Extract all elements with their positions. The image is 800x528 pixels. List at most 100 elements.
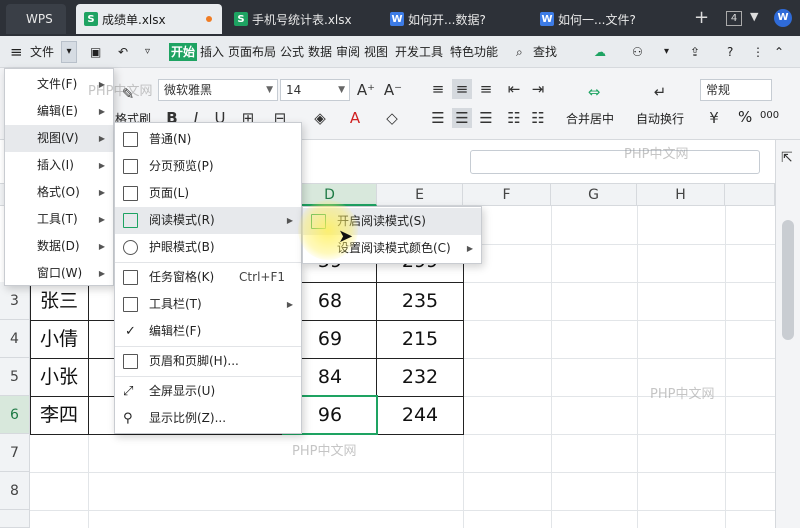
row-header-8[interactable]: 8 <box>0 472 30 510</box>
cell-name-row6[interactable]: 李四 <box>30 396 88 434</box>
font-color-icon[interactable]: A <box>345 108 365 128</box>
menu-item-insert[interactable]: 插入(I) ▶ <box>5 152 113 179</box>
tab-how-to-file[interactable]: W 如何一...文件? <box>532 4 682 34</box>
column-header-next[interactable] <box>725 184 775 206</box>
new-tab-plus-icon[interactable]: + <box>694 7 709 28</box>
fill-color-icon[interactable]: ◈ <box>310 108 330 128</box>
align-center-icon[interactable]: ☰ <box>452 108 472 128</box>
tab-data[interactable]: 数据 <box>308 42 332 62</box>
number-format-select[interactable]: 常规 <box>700 79 772 101</box>
chevron-down-icon[interactable]: ▼ <box>750 10 758 23</box>
cell-name-row5[interactable]: 小张 <box>30 358 88 396</box>
column-header-h[interactable]: H <box>637 184 725 206</box>
wrap-text-icon[interactable]: ↵ <box>650 82 670 102</box>
cloud-sync-icon[interactable]: ☁ <box>594 42 606 62</box>
select-pointer-icon[interactable]: ⇱ <box>781 150 793 166</box>
collaboration-icon[interactable]: ⚇ <box>632 42 643 62</box>
wps-account-icon[interactable]: W <box>774 9 792 27</box>
font-name-select[interactable]: 微软雅黑 ▼ <box>158 79 278 101</box>
align-middle-icon[interactable]: ≡ <box>452 79 472 99</box>
tab-insert[interactable]: 插入 <box>200 42 224 62</box>
percent-button[interactable]: % <box>738 108 752 126</box>
formula-input[interactable] <box>470 150 760 174</box>
search-button[interactable]: 查找 <box>533 42 557 62</box>
file-menu-dropdown-button[interactable]: ▾ <box>61 41 77 63</box>
cell-name-row4[interactable]: 小倩 <box>30 320 88 358</box>
menu-item-edit[interactable]: 编辑(E) ▶ <box>5 98 113 125</box>
menu-item-reading-mode[interactable]: 阅读模式(R) ▶ <box>115 207 301 234</box>
menu-item-format[interactable]: 格式(O) ▶ <box>5 179 113 206</box>
undo-icon[interactable]: ↶ <box>118 42 128 62</box>
align-top-icon[interactable]: ≡ <box>428 79 448 99</box>
menu-item-data[interactable]: 数据(D) ▶ <box>5 233 113 260</box>
align-right-icon[interactable]: ☰ <box>476 108 496 128</box>
tab-view[interactable]: 视图 <box>364 42 388 62</box>
tab-page-layout[interactable]: 页面布局 <box>228 42 276 62</box>
share-icon[interactable]: ⇪ <box>690 42 700 62</box>
tab-start[interactable]: 开始 <box>169 43 198 61</box>
clear-icon[interactable]: ◇ <box>382 108 402 128</box>
cell-e6[interactable]: 244 <box>377 396 463 434</box>
tab-review[interactable]: 审阅 <box>336 42 360 62</box>
tab-wps-home[interactable]: WPS <box>6 4 66 34</box>
menu-item-normal-view[interactable]: 普通(N) <box>115 126 301 153</box>
row-header-4[interactable]: 4 <box>0 320 30 358</box>
distributed-icon[interactable]: ☷ <box>528 108 548 128</box>
hamburger-menu-icon[interactable]: ≡ <box>10 42 23 62</box>
merge-center-icon[interactable]: ⇔ <box>584 82 604 102</box>
font-grow-icon[interactable]: A⁺ <box>356 80 376 100</box>
font-size-select[interactable]: 14 ▼ <box>280 79 350 101</box>
currency-icon[interactable]: ¥ <box>704 108 724 128</box>
menu-item-tools[interactable]: 工具(T) ▶ <box>5 206 113 233</box>
help-icon[interactable]: ? <box>727 42 733 62</box>
thousands-button[interactable]: 000 <box>760 110 779 121</box>
save-icon[interactable]: ▣ <box>90 42 101 62</box>
column-header-e[interactable]: E <box>377 184 463 206</box>
scrollbar-thumb[interactable] <box>782 220 794 340</box>
search-icon[interactable]: ⌕ <box>516 42 523 62</box>
file-menu-button[interactable]: 文件 <box>30 42 54 62</box>
row-header-6[interactable]: 6 <box>0 396 30 434</box>
row-header-9[interactable] <box>0 510 30 528</box>
tab-how-to-open-data[interactable]: W 如何开...数据? <box>382 4 526 34</box>
column-header-g[interactable]: G <box>551 184 637 206</box>
merge-center-label[interactable]: 合并居中 <box>566 110 614 127</box>
menu-item-window[interactable]: 窗口(W) ▶ <box>5 260 113 287</box>
chevron-down-icon[interactable]: ▾ <box>664 42 669 62</box>
menu-item-page-view[interactable]: 页面(L) <box>115 180 301 207</box>
justify-icon[interactable]: ☷ <box>504 108 524 128</box>
row-header-5[interactable]: 5 <box>0 358 30 396</box>
indent-decrease-icon[interactable]: ⇤ <box>504 79 524 99</box>
indent-increase-icon[interactable]: ⇥ <box>528 79 548 99</box>
align-left-icon[interactable]: ☰ <box>428 108 448 128</box>
cell-e4[interactable]: 215 <box>377 320 463 358</box>
align-bottom-icon[interactable]: ≡ <box>476 79 496 99</box>
quick-access-chevron-icon[interactable]: ▿ <box>145 42 150 62</box>
menu-item-formula-bar[interactable]: ✓ 编辑栏(F) <box>115 318 301 345</box>
vertical-scrollbar[interactable] <box>775 140 800 528</box>
tab-special-features[interactable]: 特色功能 <box>450 42 498 62</box>
menu-item-page-break-preview[interactable]: 分页预览(P) <box>115 153 301 180</box>
tab-phone-stats-xlsx[interactable]: S 手机号统计表.xlsx <box>226 4 374 34</box>
tab-developer[interactable]: 开发工具 <box>395 42 443 62</box>
menu-item-eye-protection[interactable]: 护眼模式(B) <box>115 234 301 261</box>
cell-e3[interactable]: 235 <box>377 282 463 320</box>
font-shrink-icon[interactable]: A⁻ <box>383 80 403 100</box>
tab-grades-xlsx[interactable]: S 成绩单.xlsx <box>76 4 222 34</box>
row-header-3[interactable]: 3 <box>0 282 30 320</box>
column-header-f[interactable]: F <box>463 184 551 206</box>
menu-item-header-footer[interactable]: 页眉和页脚(H)... <box>115 348 301 375</box>
menu-item-zoom[interactable]: ⚲ 显示比例(Z)... <box>115 405 301 432</box>
row-header-7[interactable]: 7 <box>0 434 30 472</box>
menu-item-toolbar[interactable]: 工具栏(T) ▶ <box>115 291 301 318</box>
cell-e5[interactable]: 232 <box>377 358 463 396</box>
wrap-text-label[interactable]: 自动换行 <box>636 110 684 127</box>
tab-count-badge[interactable]: 4 <box>726 11 742 26</box>
menu-item-task-pane[interactable]: 任务窗格(K) Ctrl+F1 <box>115 264 301 291</box>
collapse-ribbon-icon[interactable]: ⌃ <box>774 42 784 62</box>
tab-formula[interactable]: 公式 <box>280 42 304 62</box>
menu-item-view[interactable]: 视图(V) ▶ <box>5 125 113 152</box>
cell-name-row3[interactable]: 张三 <box>30 282 88 320</box>
menu-item-full-screen[interactable]: ⤢ 全屏显示(U) <box>115 378 301 405</box>
more-icon[interactable]: ⋮ <box>752 42 764 62</box>
